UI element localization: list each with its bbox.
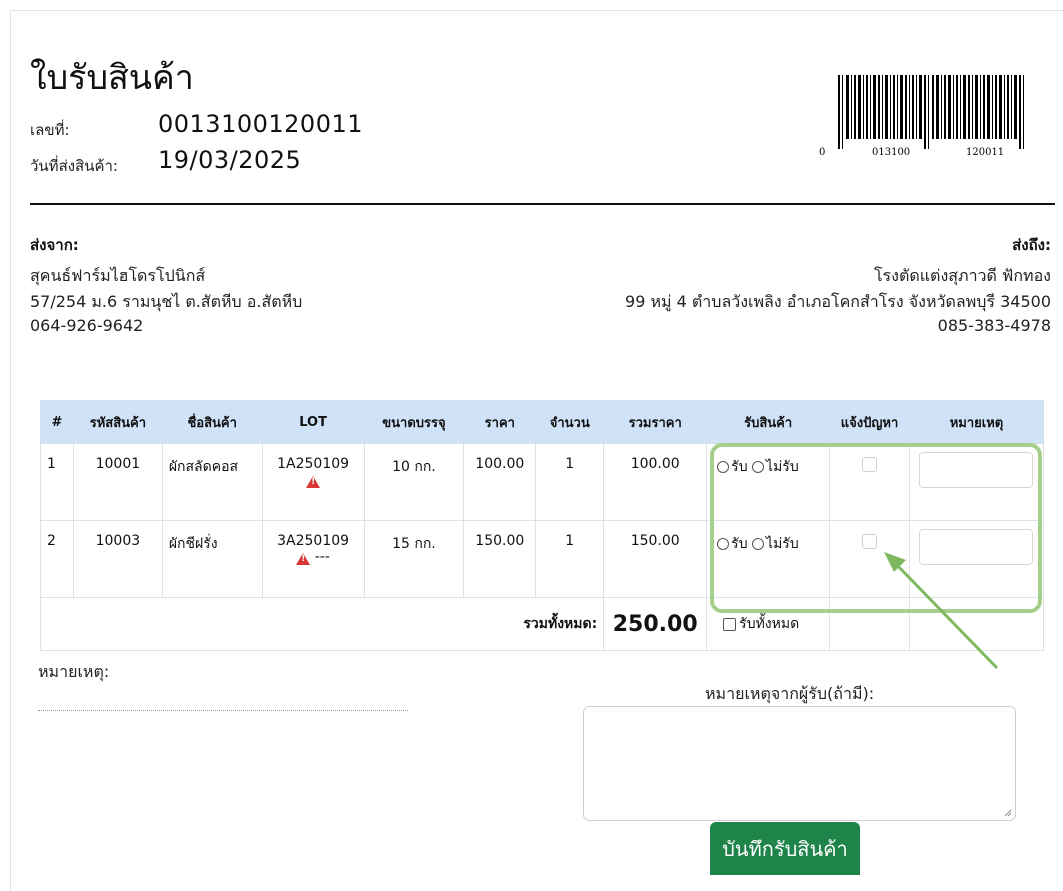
sender-heading: ส่งจาก:	[30, 236, 79, 254]
receiver-phone: 085-383-4978	[937, 316, 1051, 335]
receiver-address: 99 หมู่ 4 ตำบลวังเพลิง อำเภอโคกสำโรง จัง…	[625, 292, 1051, 311]
barcode-prefix: 0	[819, 147, 825, 158]
col-header: จำนวน	[535, 400, 605, 444]
unit-price: 100.00	[463, 443, 537, 521]
save-receipt-button[interactable]: บันทึกรับสินค้า	[710, 822, 860, 875]
row-number: 1	[40, 443, 74, 521]
product-name: ผักสลัดคอส	[161, 443, 263, 521]
lot-cell: 3A250109 ---	[261, 520, 365, 598]
barcode-group-1: 013100	[872, 147, 910, 158]
line-total: 100.00	[603, 443, 708, 521]
col-header: #	[40, 400, 74, 444]
arrow-annotation	[884, 552, 999, 670]
col-header: หมายเหตุ	[908, 400, 1045, 444]
row-number: 2	[40, 520, 74, 598]
col-header: รวมราคา	[603, 400, 708, 444]
ship-date-label: วันที่ส่งสินค้า:	[30, 157, 118, 175]
col-header: ราคา	[463, 400, 537, 444]
sender-phone: 064-926-9642	[30, 316, 144, 335]
line-total: 150.00	[603, 520, 708, 598]
header-divider	[30, 203, 1055, 205]
col-header: LOT	[261, 400, 365, 444]
receiver-remarks-textarea[interactable]	[583, 706, 1016, 821]
col-header: ชื่อสินค้า	[161, 400, 263, 444]
col-header: รับสินค้า	[706, 400, 831, 444]
receiver-remarks-label: หมายเหตุจากผู้รับ(ถ้ามี):	[705, 684, 875, 703]
resize-grip-icon[interactable]	[1004, 809, 1012, 817]
remarks-label: หมายเหตุ:	[38, 662, 110, 681]
receive-all-checkbox[interactable]	[723, 617, 737, 631]
quantity: 1	[535, 520, 605, 598]
grand-total-label: รวมทั้งหมด:	[39, 597, 605, 651]
col-header: แจ้งปัญหา	[829, 400, 910, 444]
col-header: ขนาดบรรจุ	[363, 400, 465, 444]
barcode-group-2: 120011	[966, 147, 1004, 158]
lot-number: 1A250109	[277, 456, 350, 472]
sender-name: สุคนธ์ฟาร์มไฮโดรโปนิกส์	[30, 266, 206, 285]
sender-address: 57/254 ม.6 รามนุชไ ต.สัตหีบ อ.สัตหีบ	[30, 292, 303, 311]
doc-number-value: 0013100120011	[158, 110, 364, 138]
warning-icon[interactable]	[296, 553, 311, 565]
lot-cell: 1A250109	[261, 443, 365, 521]
barcode-image: 0 013100 120011	[819, 75, 1024, 158]
pack-size: 10 กก.	[363, 443, 465, 521]
pack-size: 15 กก.	[363, 520, 465, 598]
lot-extra: ---	[314, 549, 330, 565]
receive-all-label: รับทั้งหมด	[739, 616, 800, 632]
lot-number: 3A250109	[277, 533, 350, 549]
ship-date-value: 19/03/2025	[158, 146, 302, 174]
warning-icon[interactable]	[306, 476, 321, 488]
receiver-name: โรงตัดแต่งสุภาวดี ฟักทอง	[873, 266, 1051, 285]
product-name: ผักชีฝรั่ง	[161, 520, 263, 598]
receiver-heading: ส่งถึง:	[1012, 236, 1051, 254]
unit-price: 150.00	[463, 520, 537, 598]
product-code: 10001	[72, 443, 163, 521]
col-header: รหัสสินค้า	[72, 400, 163, 444]
remarks-dotted-line	[38, 710, 408, 711]
table-header-row: # รหัสสินค้า ชื่อสินค้า LOT ขนาดบรรจุ รา…	[40, 400, 1045, 444]
page-title: ใบรับสินค้า	[30, 58, 194, 98]
grand-total-value: 250.00	[603, 597, 708, 651]
doc-number-label: เลขที่:	[30, 121, 70, 139]
quantity: 1	[535, 443, 605, 521]
product-code: 10003	[72, 520, 163, 598]
